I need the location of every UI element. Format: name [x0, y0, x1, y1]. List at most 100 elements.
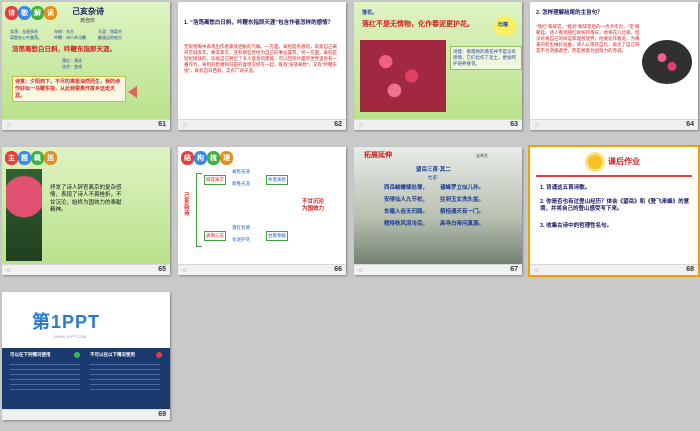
animation-star-icon: ☆: [358, 267, 364, 274]
slide-footer: ☆ 62: [178, 119, 346, 130]
logo-subtext: WWW.1PPT.COM: [54, 334, 87, 339]
slide-number: 66: [334, 266, 342, 273]
slide-thumbnail-66[interactable]: 结 构 梳 理 己亥杂诗 辞官离京 离愁浩荡 新胜天涯 表明心志 落红有情 化泥…: [178, 147, 346, 275]
node-5: 落红有情: [232, 225, 250, 230]
slide-thumbnail-61[interactable]: 诗 歌 解 读 己亥杂诗 龚自珍 浩荡：无限多的 离愁在心中激荡。 东指：东方 …: [2, 2, 170, 130]
poem-line-2: 诸峰罗立似儿孙。: [440, 185, 485, 191]
slide-footer: ☆ 63: [354, 119, 522, 130]
center-conclusion: 不甘沉沦 为国效力: [302, 199, 325, 213]
note-3: 东指：东方: [54, 29, 74, 34]
sub-note-2: 化作：变成: [62, 64, 82, 69]
animation-star-icon: ☆: [534, 267, 540, 274]
tag-li: 理: [220, 151, 233, 165]
flower-circle-image: [642, 40, 692, 84]
tag-gai: 概: [31, 151, 44, 165]
tag-ge: 歌: [18, 6, 31, 20]
slide-footer: ☆ 61: [2, 119, 170, 130]
note-4: 吟鞭：诗人的马鞭: [54, 35, 86, 40]
fine-print-right: [90, 364, 160, 394]
tag-zhu: 主: [5, 151, 18, 165]
homework-item-2: 2. 你是否也有过登山经历？体会《望岳》和《登飞来峰》的意境，并将自己的登山感受…: [540, 199, 690, 213]
node-4: 表明心志: [204, 231, 226, 242]
node-1: 辞官离京: [204, 175, 226, 186]
theme-text: 抒发了诗人辞官离京的复杂感情，表现了诗人不畏挫折，不甘沉沦，始终为国效力的奉献精…: [50, 185, 122, 214]
slide-thumbnail-63[interactable]: 落花。 落红不是无情物，化作春泥更护花。 比喻 诗意：那落地的落花并不是没有感情…: [354, 2, 522, 130]
homework-item-1: 1. 背诵这五首诗歌。: [540, 185, 591, 191]
tag-shu: 梳: [207, 151, 220, 165]
theme-2: 甘愿奉献: [266, 231, 288, 242]
speaker-icon[interactable]: [128, 86, 137, 98]
slide-thumbnail-65[interactable]: 主 题 概 括 抒发了诗人辞官离京的复杂感情，表现了诗人不畏挫折，不甘沉沦，始终…: [2, 147, 170, 275]
tag-ti: 题: [18, 151, 31, 165]
tag-du: 读: [44, 6, 57, 20]
slide-thumbnail-69[interactable]: 第1PPT WWW.1PPT.COM 可以在下列情况使用 不可以在以下情况使用 …: [2, 292, 170, 420]
slide-thumbnail-62[interactable]: 1. “浩荡离愁白日斜，吟鞭东指即天涯”包含作者怎样的感情？ 无限感慨中表现出作…: [178, 2, 346, 130]
poem-subtitle: 望岳三首·其二: [416, 167, 451, 173]
tree-image: [6, 169, 42, 261]
title-underline: [536, 175, 692, 177]
petals-image: [360, 40, 446, 112]
animation-star-icon: ☆: [6, 267, 12, 274]
credit-text: 宝鸡艺: [476, 153, 488, 158]
cross-icon: [156, 352, 162, 358]
poem-line-5: 车箱入谷无归路，: [384, 209, 429, 215]
tag-jie: 结: [181, 151, 194, 165]
slide-footer: ☆ 65: [2, 264, 170, 275]
sub-note-1: 落红：落花: [62, 58, 82, 63]
landscape-background: [354, 147, 522, 265]
slide-thumbnail-67[interactable]: 拓展延伸 宝鸡艺 望岳三首·其二 杜甫 西岳峻嶒竦处尊， 诸峰罗立似儿孙。 安得…: [354, 147, 522, 275]
theme-1: 失意离愁: [266, 175, 288, 186]
poem-line: 落红不是无情物，化作春泥更护花。: [362, 21, 474, 28]
slide-thumbnail-68[interactable]: 课后作业 1. 背诵这五首诗歌。 2. 你是否也有过登山经历？体会《望岳》和《登…: [528, 145, 700, 277]
slide-footer: ☆ 67: [354, 264, 522, 275]
poem-line-1: 西岳峻嶒竦处尊，: [384, 185, 429, 191]
poem-title: 己亥杂诗: [72, 7, 104, 16]
tag-kuo: 括: [44, 151, 57, 165]
slide-number: 69: [158, 411, 166, 418]
slide-number: 65: [158, 266, 166, 273]
slide-footer: 69: [2, 409, 170, 420]
poem-author: 杜甫: [428, 175, 437, 180]
note-1: 浩荡：无限多的: [10, 29, 38, 34]
slide-number: 63: [510, 121, 518, 128]
slide-number: 68: [686, 266, 694, 273]
poem-line-6: 箭栝通天有一门。: [440, 209, 485, 215]
slide-footer: ☆ 64: [530, 119, 698, 130]
diagram-root: 己亥杂诗: [184, 193, 190, 218]
animation-star-icon: ☆: [182, 122, 188, 129]
poem-line-7: 稍待秋风凉冷后，: [384, 221, 429, 227]
node-3: 新胜天涯: [232, 181, 250, 186]
tag-jie: 解: [31, 6, 44, 20]
slide-footer: ☆ 68: [530, 264, 698, 275]
slide-footer: ☆ 66: [178, 264, 346, 275]
sun-icon: [588, 155, 602, 169]
poem-line-4: 拄到玉女洗头盆。: [440, 197, 485, 203]
node-6: 化泥护花: [232, 237, 250, 242]
animation-star-icon: ☆: [182, 267, 188, 274]
question-text: 2. 怎样理解结尾的主旨句？: [536, 10, 603, 16]
homework-title: 课后作业: [608, 157, 640, 166]
slide-number: 62: [334, 121, 342, 128]
node-2: 离愁浩荡: [232, 169, 250, 174]
bubble-text: 比喻: [498, 22, 509, 28]
poem-author: 龚自珍: [80, 18, 96, 24]
fine-print-left: [10, 364, 80, 394]
allowed-title: 可以在下列情况使用: [10, 352, 51, 357]
slide-number: 67: [510, 266, 518, 273]
label-text: 落花。: [362, 10, 378, 16]
tag-shi: 诗: [5, 6, 18, 20]
animation-star-icon: ☆: [6, 122, 12, 129]
slide-thumbnail-64[interactable]: 2. 怎样理解结尾的主旨句？ “落红”喻辞官，“春泥”喻辞官后的一点点作为，“花…: [530, 2, 698, 130]
check-icon: [74, 352, 80, 358]
note-6: 都遥远的地方: [98, 35, 122, 40]
poem-line-8: 高寻白帝问真源。: [440, 221, 485, 227]
homework-item-3: 3. 收集古诗中的哲理性名句。: [540, 223, 613, 229]
poem-line: 浩荡离愁白日斜，吟鞭东指即天涯。: [12, 46, 116, 53]
note-2: 离愁在心中激荡。: [10, 35, 42, 40]
section-title: 拓展延伸: [364, 152, 392, 159]
tag-gou: 构: [194, 151, 207, 165]
slide-number: 61: [158, 121, 166, 128]
slide-number: 64: [686, 121, 694, 128]
poem-line-3: 安得仙人九节杖，: [384, 197, 429, 203]
note-5: 天涯：指离京: [98, 29, 122, 34]
